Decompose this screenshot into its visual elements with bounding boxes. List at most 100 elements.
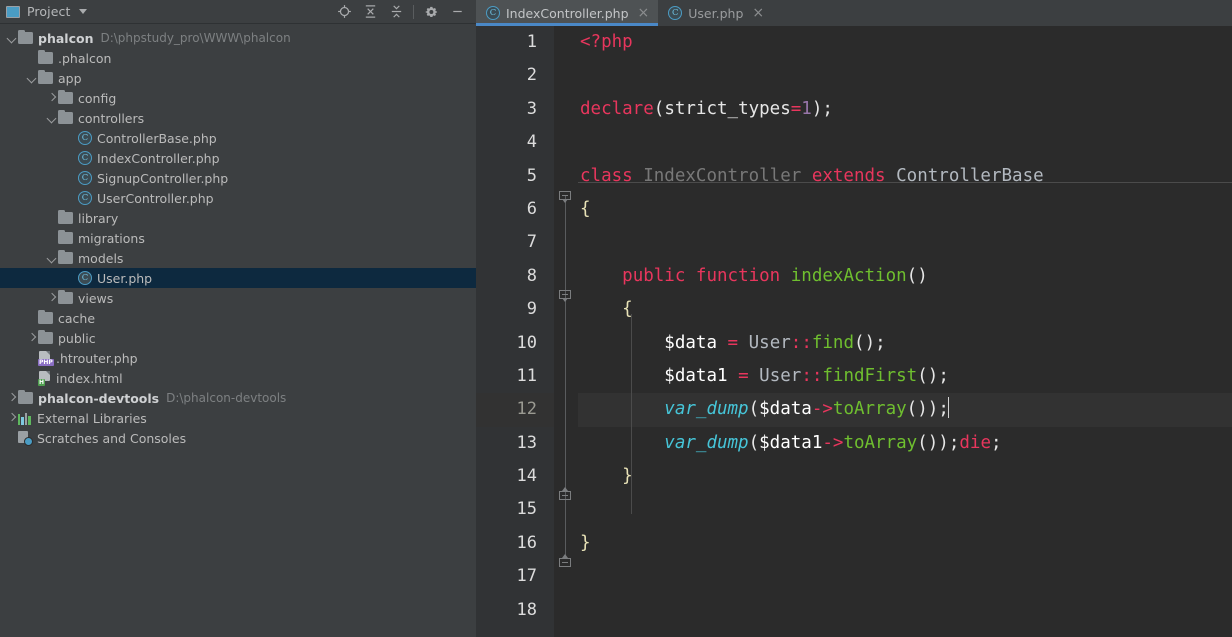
php-class-icon: C <box>78 131 92 145</box>
chevron-down-icon[interactable] <box>46 252 58 264</box>
code-line[interactable]: } <box>578 460 1232 493</box>
collapse-all-icon[interactable] <box>383 1 409 23</box>
chevron-down-icon[interactable] <box>26 72 38 84</box>
line-number: 9 <box>526 299 537 320</box>
tree-item-label: External Libraries <box>37 410 147 426</box>
code-line[interactable]: public function indexAction() <box>578 260 1232 293</box>
code-line[interactable] <box>578 226 1232 259</box>
line-number: 15 <box>516 499 537 520</box>
code-line[interactable]: <?php <box>578 26 1232 59</box>
expand-all-icon[interactable] <box>357 1 383 23</box>
close-icon[interactable]: × <box>752 6 764 20</box>
tree-row[interactable]: External Libraries <box>0 408 476 428</box>
code-line[interactable]: class IndexController extends Controller… <box>578 160 1232 193</box>
line-number: 7 <box>526 232 537 253</box>
chevron-right-icon[interactable] <box>26 332 38 344</box>
fold-marker-class-end[interactable] <box>559 554 572 567</box>
tree-item-label: index.html <box>56 370 123 386</box>
code-line[interactable]: $data1 = User::findFirst(); <box>578 360 1232 393</box>
php-class-icon: C <box>78 171 92 185</box>
code-line[interactable]: declare(strict_types=1); <box>578 93 1232 126</box>
tree-row[interactable]: models <box>0 248 476 268</box>
php-class-icon: C <box>78 191 92 205</box>
chevron-down-icon[interactable] <box>6 32 18 44</box>
code-line[interactable] <box>578 126 1232 159</box>
fold-marker-method-end[interactable] <box>559 487 572 500</box>
toolbar-divider <box>413 4 414 19</box>
tree-row[interactable]: C ControllerBase.php <box>0 128 476 148</box>
chevron-down-icon[interactable] <box>79 9 88 14</box>
tree-row[interactable]: library <box>0 208 476 228</box>
close-icon[interactable]: × <box>638 6 650 20</box>
folder-icon <box>38 69 53 84</box>
folder-icon <box>58 209 73 224</box>
gear-icon[interactable] <box>418 1 444 23</box>
code-line[interactable]: var_dump($data1->toArray());die; <box>578 427 1232 460</box>
project-panel-header: Project <box>0 0 476 24</box>
tree-item-label: phalcon <box>38 30 94 46</box>
tree-row[interactable]: PHP .htrouter.php <box>0 348 476 368</box>
indent-guide <box>631 314 632 514</box>
code-line[interactable] <box>578 59 1232 92</box>
project-tree[interactable]: phalcon D:\phpstudy_pro\WWW\phalcon .phalc… <box>0 24 476 637</box>
tree-row[interactable]: migrations <box>0 228 476 248</box>
line-number-gutter: 1 2 3 4 5 6 7 8 9 10 11 12 13 14 15 16 17 18 <box>476 26 554 637</box>
code-line[interactable]: { <box>578 293 1232 326</box>
chevron-down-icon[interactable] <box>46 112 58 124</box>
tree-row[interactable]: app <box>0 68 476 88</box>
editor-area: C IndexController.php × C User.php × 12345678… <box>476 0 1232 637</box>
line-number: 5 <box>526 165 537 186</box>
code-line[interactable]: var_dump($data->toArray()); <box>578 393 1232 427</box>
folder-icon <box>58 249 73 264</box>
tree-row[interactable]: C UserController.php <box>0 188 476 208</box>
tree-row[interactable]: config <box>0 88 476 108</box>
line-number: 6 <box>526 198 537 219</box>
tree-row[interactable]: C IndexController.php <box>0 148 476 168</box>
tree-item-label: .htrouter.php <box>56 350 138 366</box>
fold-marker-method[interactable] <box>559 290 572 303</box>
php-class-icon: C <box>78 151 92 165</box>
tree-row[interactable]: cache <box>0 308 476 328</box>
tree-row[interactable]: controllers <box>0 108 476 128</box>
chevron-right-icon[interactable] <box>6 412 18 424</box>
project-panel: Project phalcon D:\phpstudy_pro\WWW\phal… <box>0 0 476 637</box>
code-folding-gutter[interactable] <box>554 26 578 637</box>
chevron-right-icon[interactable] <box>46 292 58 304</box>
line-number: 1 <box>526 32 537 52</box>
code-line[interactable] <box>578 493 1232 526</box>
minimize-icon[interactable] <box>444 1 470 23</box>
project-panel-title-group[interactable]: Project <box>6 4 88 19</box>
tree-item-label: cache <box>58 310 96 326</box>
line-number: 11 <box>516 365 537 386</box>
line-number: 3 <box>526 98 537 119</box>
editor-tab[interactable]: C IndexController.php × <box>476 0 659 26</box>
folder-icon <box>38 49 53 64</box>
tree-row[interactable]: C User.php <box>0 268 476 288</box>
fold-marker-class[interactable] <box>559 191 572 204</box>
tree-row[interactable]: phalcon-devtools D:\phalcon-devtools <box>0 388 476 408</box>
code-area[interactable]: 1 2 3 4 5 6 7 8 9 10 11 12 13 14 15 16 17 18 <? <box>476 26 1232 637</box>
chevron-right-icon[interactable] <box>6 392 18 404</box>
tree-row[interactable]: Scratches and Consoles <box>0 428 476 448</box>
tree-row[interactable]: Hindex.html <box>0 368 476 388</box>
code-lines[interactable]: <?php declare(strict_types=1);class Index… <box>578 26 1232 637</box>
locate-icon[interactable] <box>331 1 357 23</box>
code-line[interactable] <box>578 560 1232 593</box>
tree-row[interactable]: C SignupController.php <box>0 168 476 188</box>
fold-region-line <box>565 196 566 555</box>
tree-row[interactable]: views <box>0 288 476 308</box>
tree-row[interactable]: phalcon D:\phpstudy_pro\WWW\phalcon <box>0 28 476 48</box>
code-line[interactable] <box>578 594 1232 627</box>
editor-tab[interactable]: C User.php × <box>658 0 774 26</box>
tree-item-path: D:\phalcon-devtools <box>166 391 287 405</box>
chevron-right-icon[interactable] <box>46 92 58 104</box>
editor-tab-label: IndexController.php <box>506 5 629 21</box>
code-line[interactable]: $data = User::find(); <box>578 327 1232 360</box>
code-line[interactable]: { <box>578 193 1232 226</box>
code-line[interactable]: } <box>578 527 1232 560</box>
tree-row[interactable]: public <box>0 328 476 348</box>
tree-row[interactable]: .phalcon <box>0 48 476 68</box>
tree-item-label: User.php <box>97 270 153 286</box>
line-number: 16 <box>516 532 537 553</box>
